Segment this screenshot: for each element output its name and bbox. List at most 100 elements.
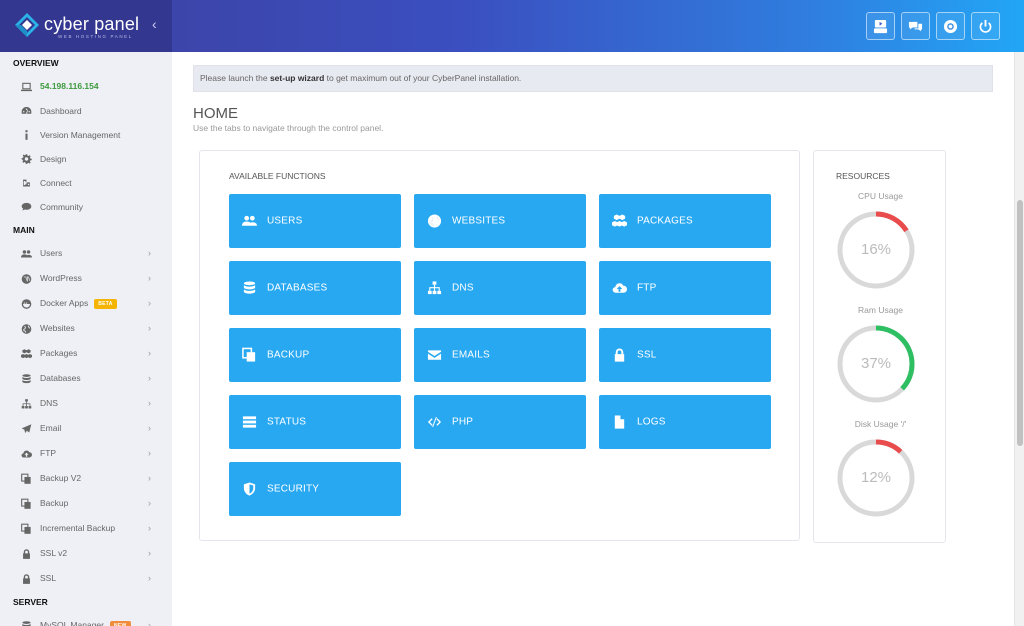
support-icon: [943, 19, 958, 33]
chevron-right-icon: ›: [148, 398, 151, 408]
page-subtitle: Use the tabs to navigate through the con…: [193, 123, 384, 133]
sidebar-item-label: Websites: [40, 323, 75, 333]
sidebar-item-label: FTP: [40, 448, 57, 458]
sidebar-item-users[interactable]: Users ›: [0, 241, 172, 266]
gauge-value: 37%: [860, 355, 892, 372]
database-icon: [21, 373, 32, 384]
wordpress-icon: [21, 273, 32, 284]
chat-button[interactable]: [901, 12, 930, 40]
header-actions: [866, 12, 1000, 40]
function-tile-logs[interactable]: LOGS: [599, 395, 771, 449]
collapse-sidebar-button[interactable]: ‹: [152, 16, 157, 32]
function-tile-label: STATUS: [267, 416, 307, 428]
chevron-right-icon: ›: [148, 448, 151, 458]
sidebar-item-dns[interactable]: DNS ›: [0, 391, 172, 416]
function-tile-backup[interactable]: BACKUP: [229, 328, 401, 382]
sidebar-item-backup[interactable]: Backup ›: [0, 491, 172, 516]
function-tile-label: PACKAGES: [637, 215, 693, 227]
sidebar: OVERVIEW 54.198.116.154 Dashboard Version…: [0, 52, 172, 626]
sidebar-item-ssl-v2[interactable]: SSL v2 ›: [0, 541, 172, 566]
sidebar-item-label: Users: [40, 248, 63, 258]
function-tile-label: PHP: [452, 416, 474, 428]
sidebar-item-email[interactable]: Email ›: [0, 416, 172, 441]
info-icon: [21, 130, 32, 141]
function-tile-status[interactable]: STATUS: [229, 395, 401, 449]
status-badge: NEW: [109, 620, 131, 626]
lock-icon: [21, 548, 32, 559]
scrollbar-thumb[interactable]: [1017, 200, 1023, 446]
power-icon: [979, 19, 992, 33]
usage-gauge-cpu-usage: 16%: [835, 209, 917, 291]
sidebar-item-label: Email: [40, 423, 62, 433]
sidebar-section-main: MAIN: [13, 225, 35, 235]
sitemap-icon: [427, 281, 442, 296]
sidebar-item-label: DNS: [40, 398, 58, 408]
brand-name: cyber panel: [44, 14, 140, 34]
sidebar-item-dashboard[interactable]: Dashboard: [0, 99, 172, 123]
globe-icon: [21, 323, 32, 334]
function-tile-websites[interactable]: WEBSITES: [414, 194, 586, 248]
function-tile-ftp[interactable]: FTP: [599, 261, 771, 315]
page-scrollbar[interactable]: [1014, 52, 1024, 626]
support-button[interactable]: [936, 12, 965, 40]
function-tile-label: SSL: [637, 349, 657, 361]
setup-wizard-link[interactable]: set-up wizard: [270, 73, 324, 83]
copy-icon: [21, 498, 32, 509]
chevron-right-icon: ›: [148, 323, 151, 333]
sidebar-item-backup-v2[interactable]: Backup V2 ›: [0, 466, 172, 491]
function-tile-label: LOGS: [637, 416, 666, 428]
youtube-button[interactable]: [866, 12, 895, 40]
sidebar-item-docker-apps[interactable]: Docker Apps BETA ›: [0, 291, 172, 316]
function-tile-label: USERS: [267, 215, 303, 227]
cloud-upload-icon: [612, 281, 627, 296]
sitemap-icon: [21, 398, 32, 409]
sidebar-item-label: Packages: [40, 348, 78, 358]
function-tile-databases[interactable]: DATABASES: [229, 261, 401, 315]
shield-icon: [242, 482, 257, 497]
sidebar-item-databases[interactable]: Databases ›: [0, 366, 172, 391]
sidebar-item-version-management[interactable]: Version Management: [0, 123, 172, 147]
sidebar-item-community[interactable]: Community: [0, 195, 172, 219]
paper-plane-icon: [21, 423, 32, 434]
chevron-right-icon: ›: [148, 273, 151, 283]
lock-icon: [612, 348, 627, 363]
function-tile-label: BACKUP: [267, 349, 310, 361]
function-tile-packages[interactable]: PACKAGES: [599, 194, 771, 248]
function-tile-label: EMAILS: [452, 349, 490, 361]
sidebar-item-design[interactable]: Design: [0, 147, 172, 171]
sidebar-item-ftp[interactable]: FTP ›: [0, 441, 172, 466]
sidebar-item-mysql-manager[interactable]: MySQL Manager NEW ›: [0, 613, 172, 626]
function-tile-security[interactable]: SECURITY: [229, 462, 401, 516]
setup-wizard-notice: Please launch the set-up wizard to get m…: [193, 65, 993, 92]
sidebar-item-connect[interactable]: Connect: [0, 171, 172, 195]
notice-prefix: Please launch the: [200, 73, 270, 83]
function-tile-php[interactable]: PHP: [414, 395, 586, 449]
sidebar-item-wordpress[interactable]: WordPress ›: [0, 266, 172, 291]
page-title: HOME: [193, 105, 238, 122]
sidebar-item-ssl[interactable]: SSL ›: [0, 566, 172, 591]
sidebar-item-websites[interactable]: Websites ›: [0, 316, 172, 341]
sidebar-item-label: Dashboard: [40, 106, 82, 116]
copy-icon: [21, 473, 32, 484]
sidebar-item-label: Community: [40, 202, 83, 212]
logout-button[interactable]: [971, 12, 1000, 40]
function-tile-label: SECURITY: [267, 483, 320, 495]
gauge-label: Disk Usage '/': [854, 419, 907, 429]
sidebar-item-ip[interactable]: 54.198.116.154: [0, 74, 172, 99]
code-icon: [427, 415, 442, 430]
database-icon: [242, 281, 257, 296]
brand-tagline: WEB HOSTING PANEL: [58, 34, 133, 39]
top-header: cyber panel WEB HOSTING PANEL ‹: [0, 0, 1024, 52]
notice-suffix: to get maximum out of your CyberPanel in…: [324, 73, 522, 83]
function-tile-label: DATABASES: [267, 282, 328, 294]
file-icon: [612, 415, 627, 430]
sidebar-item-incremental-backup[interactable]: Incremental Backup ›: [0, 516, 172, 541]
function-tile-ssl[interactable]: SSL: [599, 328, 771, 382]
function-tile-emails[interactable]: EMAILS: [414, 328, 586, 382]
sidebar-item-label: MySQL Manager: [40, 620, 104, 626]
sidebar-item-packages[interactable]: Packages ›: [0, 341, 172, 366]
function-tile-dns[interactable]: DNS: [414, 261, 586, 315]
cubes-icon: [21, 348, 32, 359]
status-badge: BETA: [94, 298, 117, 309]
function-tile-users[interactable]: USERS: [229, 194, 401, 248]
